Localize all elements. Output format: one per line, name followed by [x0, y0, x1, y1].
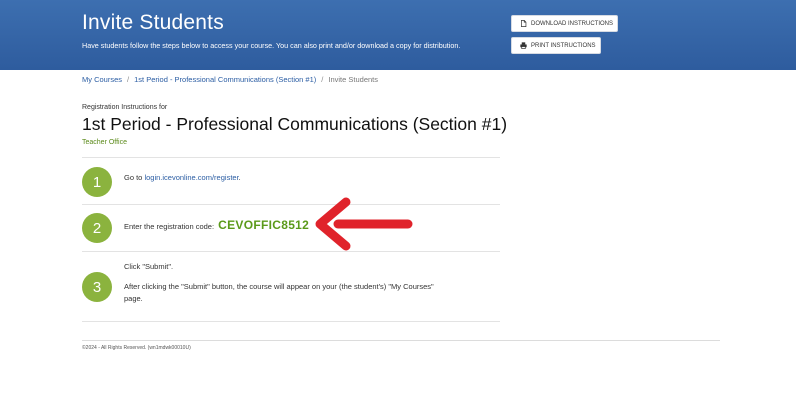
page-header: Invite Students Have students follow the…: [0, 0, 796, 70]
footer-copyright: ©2024 - All Rights Reserved. (wn1mdwk000…: [82, 345, 191, 351]
print-instructions-label: PRINT INSTRUCTIONS: [531, 42, 596, 49]
step-2-prefix: Enter the registration code:: [124, 222, 215, 231]
download-instructions-button[interactable]: DOWNLOAD INSTRUCTIONS: [511, 15, 618, 32]
course-title: 1st Period - Professional Communications…: [82, 114, 508, 134]
breadcrumb-current: Invite Students: [328, 75, 378, 84]
breadcrumb-separator: /: [127, 75, 130, 84]
breadcrumb-my-courses[interactable]: My Courses: [82, 75, 122, 84]
step-number-1: 1: [82, 167, 112, 197]
step-1-suffix: .: [238, 173, 241, 182]
register-link[interactable]: login.icevonline.com/register: [144, 173, 238, 182]
printer-icon: [520, 42, 527, 49]
print-instructions-button[interactable]: PRINT INSTRUCTIONS: [511, 37, 601, 54]
page-subtitle: Have students follow the steps below to …: [82, 41, 461, 50]
document-icon: [520, 20, 527, 27]
step-3-line2: After clicking the "Submit" button, the …: [124, 282, 434, 303]
registration-label: Registration Instructions for: [82, 104, 168, 111]
breadcrumb-course[interactable]: 1st Period - Professional Communications…: [134, 75, 316, 84]
step-divider: [82, 157, 500, 158]
breadcrumb-separator: /: [321, 75, 324, 84]
step-number-3: 3: [82, 272, 112, 302]
registration-code: CEVOFFIC8512: [218, 218, 310, 232]
page-title: Invite Students: [82, 11, 224, 34]
step-divider: [82, 251, 500, 252]
footer-divider: [82, 340, 720, 341]
step-divider: [82, 204, 500, 205]
download-instructions-label: DOWNLOAD INSTRUCTIONS: [531, 20, 614, 27]
step-3-line1: Click "Submit".: [124, 262, 174, 271]
red-arrow-annotation: [315, 197, 413, 251]
teacher-name: Teacher Office: [82, 139, 128, 146]
step-divider: [82, 321, 500, 322]
step-number-2: 2: [82, 213, 112, 243]
step-1-text: Go to login.icevonline.com/register.: [124, 173, 241, 182]
step-2-text: Enter the registration code: CEVOFFIC851…: [124, 218, 309, 232]
breadcrumb: My Courses / 1st Period - Professional C…: [82, 75, 378, 84]
step-1-prefix: Go to: [124, 173, 145, 182]
